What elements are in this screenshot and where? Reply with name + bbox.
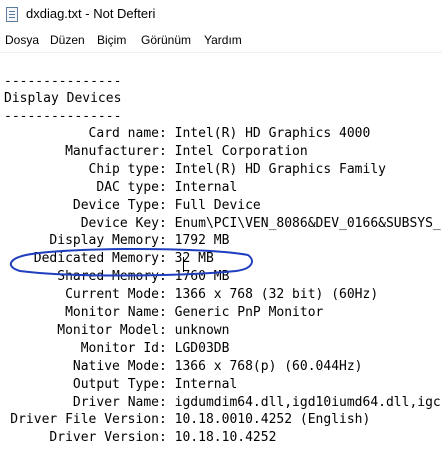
field-label: Manufacturer [65, 143, 159, 159]
hand-drawn-circle-annotation [10, 248, 253, 277]
field-value: Generic PnP Monitor [174, 305, 324, 320]
menu-view[interactable]: Görünüm [141, 33, 191, 47]
field-row: Monitor Id: LGD03DB [4, 340, 230, 358]
field-separator: : [159, 197, 175, 213]
field-separator: : [159, 340, 175, 356]
menu-file[interactable]: Dosya [5, 33, 39, 47]
field-row: Card name: Intel(R) HD Graphics 4000 [4, 125, 371, 143]
field-row: Driver File Version: 10.18.0010.4252 (En… [4, 411, 370, 429]
field-separator: : [159, 179, 175, 195]
field-value: Enum\PCI\VEN_8086&DEV_0166&SUBSYS_ [174, 215, 441, 231]
field-value: Intel Corporation [174, 143, 308, 159]
field-label: Device Key [80, 215, 159, 231]
field-label: Native Mode [72, 358, 159, 374]
field-row: Native Mode: 1366 x 768(p) (60.044Hz) [4, 358, 363, 376]
field-separator: : [159, 287, 175, 303]
menu-bar: Dosya Düzen Biçim Görünüm Yardım [0, 30, 442, 53]
field-separator: : [159, 394, 175, 410]
field-label: Driver File Version [10, 412, 159, 428]
field-row: Driver Name: igdumdim64.dll,igd10iumd64.… [4, 394, 441, 412]
text-caret [183, 257, 184, 272]
field-separator: : [159, 412, 175, 428]
field-row: Chip type: Intel(R) HD Graphics Family [4, 161, 386, 179]
title-bar: dxdiag.txt - Not Defteri [0, 0, 442, 30]
field-value: 10.18.10.4252 [174, 430, 277, 446]
field-value: LGD03DB [174, 340, 230, 356]
field-separator: : [159, 376, 175, 392]
field-separator: : [159, 215, 175, 231]
field-value: Internal [174, 376, 238, 392]
field-label: Driver Version [49, 430, 159, 446]
field-row: Monitor Model: unknown [4, 322, 229, 340]
field-row: Manufacturer: Intel Corporation [4, 143, 308, 161]
menu-help[interactable]: Yardım [204, 33, 242, 47]
field-value: 1366 x 768 (32 bit) (60Hz) [174, 287, 379, 303]
field-label: Driver Name [72, 394, 159, 410]
field-row: Output Type: Internal [4, 376, 237, 394]
window-title: dxdiag.txt - Not Defteri [26, 6, 156, 21]
rule-top: --------------- [4, 74, 122, 89]
field-separator: : [159, 161, 175, 177]
field-label: Device Type [72, 197, 159, 213]
rule-bottom: --------------- [4, 109, 122, 124]
text-editor-area[interactable]: --------------- Display Devices --------… [0, 53, 442, 460]
field-label: Monitor Name [65, 305, 159, 320]
field-label: Monitor Model [57, 322, 159, 338]
field-label: Output Type [72, 376, 159, 392]
field-value: unknown [174, 322, 230, 338]
field-row: Current Mode: 1366 x 768 (32 bit) (60Hz) [4, 286, 378, 304]
field-row: DAC type: Internal [4, 179, 237, 197]
field-row: Monitor Name: Generic PnP Monitor [4, 304, 323, 322]
field-value: 1366 x 768(p) (60.044Hz) [174, 358, 363, 374]
field-row: Device Type: Full Device [4, 197, 261, 215]
field-value: Internal [174, 179, 238, 195]
field-separator: : [159, 126, 175, 141]
field-value: igdumdim64.dll,igd10iumd64.dll,igc [174, 394, 441, 410]
field-row: Driver Version: 10.18.10.4252 [4, 429, 276, 447]
field-value: Full Device [174, 197, 261, 213]
field-label: Chip type [88, 161, 159, 177]
section-title: Display Devices [4, 91, 122, 106]
field-separator: : [159, 305, 175, 320]
menu-format[interactable]: Biçim [97, 33, 126, 47]
field-value: Intel(R) HD Graphics 4000 [174, 126, 371, 141]
field-row: Device Key: Enum\PCI\VEN_8086&DEV_0166&S… [4, 215, 441, 233]
field-separator: : [159, 143, 175, 159]
field-label: Current Mode [65, 287, 159, 303]
field-label: Card name [88, 126, 159, 141]
field-label: Monitor Id [80, 340, 159, 356]
field-separator: : [159, 358, 175, 374]
field-separator: : [159, 322, 175, 338]
menu-edit[interactable]: Düzen [50, 33, 85, 47]
field-value: 10.18.0010.4252 (English) [174, 412, 371, 428]
notepad-icon [6, 7, 18, 22]
field-value: Intel(R) HD Graphics Family [174, 161, 386, 177]
field-separator: : [159, 430, 175, 446]
field-label: DAC type [96, 179, 159, 195]
